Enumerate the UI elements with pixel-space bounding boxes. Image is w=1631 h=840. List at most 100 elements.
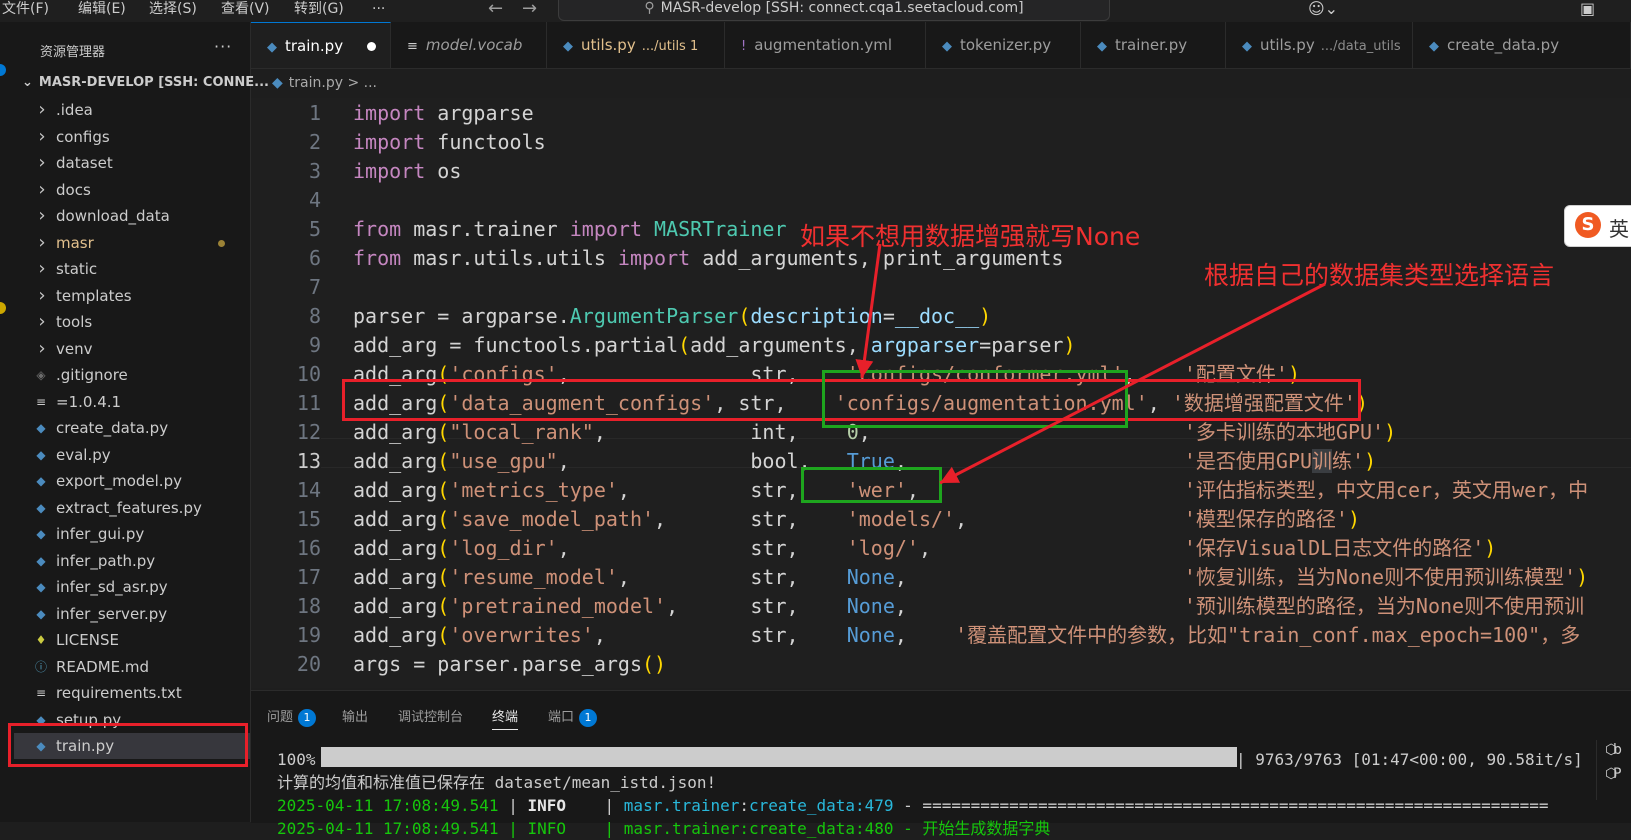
root-folder[interactable]: ⌄ MASR-DEVELOP [SSH: CONNE... [22,75,269,90]
log-timestamp: 2025-04-11 17:08:49.541 [277,796,499,815]
root-folder-label: MASR-DEVELOP [SSH: CONNE... [38,75,269,90]
command-center[interactable]: ⚲ MASR-develop [SSH: connect.cqa1.seetacl… [558,0,1110,21]
warning-badge-icon[interactable] [0,302,6,314]
code-line-9: add_arg = functools.partial(add_argument… [353,333,1076,357]
tree-item-download-data[interactable]: › download_data [14,203,250,229]
more-actions-icon[interactable]: ··· [214,37,232,56]
annotation-augment-note: 如果不想用数据增强就写None [800,222,1141,251]
menu-file[interactable]: 文件(F) [2,0,49,22]
tab-label: create_data.py [1447,36,1560,54]
code-line-18: add_arg('pretrained_model', str, None, '… [353,594,1585,618]
license-icon: ♦ [35,633,47,647]
tree-item-tools[interactable]: › tools [14,309,250,335]
menu-edit[interactable]: 编辑(E) [78,0,126,22]
layout-icon[interactable]: ▣ [1580,0,1595,18]
code-line-1: import argparse [353,101,534,125]
tree-item-infer-path-py[interactable]: ◆ infer_path.py [14,548,250,574]
copilot-icon[interactable]: ☺⌄ [1308,0,1338,18]
tree-item-license[interactable]: ♦ LICENSE [14,627,250,653]
tab-train-py[interactable]: ◆ train.py [251,22,391,68]
tab-utils-py-6[interactable]: ◆ utils.py .../data_utils [1226,22,1413,68]
tree-item-venv[interactable]: › venv [14,336,250,362]
tab-augmentation-yml[interactable]: ! augmentation.yml [725,22,926,68]
line-number: 1 [308,101,321,125]
arrow-right-icon[interactable]: → [522,0,537,18]
code-line-8: parser = argparse.ArgumentParser(descrip… [353,304,992,328]
python-icon: ◆ [36,606,46,621]
python-icon: ◆ [36,421,46,435]
tree-item-dataset[interactable]: › dataset [14,150,250,176]
panel-tab-2[interactable]: 调试控制台 [398,706,463,725]
terminal-tab-2[interactable]: ⬡ P [1605,766,1621,782]
tree-item-create-data-py[interactable]: ◆ create_data.py [14,415,250,441]
chevron-right-icon: › [38,99,46,120]
arrow-left-icon[interactable]: ← [488,0,503,18]
tree-item-1-0-4-1[interactable]: ≡ =1.0.4.1 [14,389,250,415]
tab-create-data-py[interactable]: ◆ create_data.py [1413,22,1631,68]
line-number: 20 [296,652,321,676]
line-number: 17 [296,565,321,589]
python-icon: ◆ [36,527,46,541]
terminal-list: ⬡ b ⬡ P [1596,740,1631,800]
tree-item-infer-sd-asr-py[interactable]: ◆ infer_sd_asr.py [14,574,250,600]
tree-item-label: tools [56,313,93,331]
tree-item-extract-features-py[interactable]: ◆ extract_features.py [14,495,250,521]
python-icon: ◆ [36,553,46,568]
tree-item-requirements-txt[interactable]: ≡ requirements.txt [14,680,250,706]
breadcrumb-path: train.py > ... [288,75,377,91]
tab-trainer-py[interactable]: ◆ trainer.py [1081,22,1226,68]
python-icon: ◆ [942,39,952,54]
ime-indicator[interactable]: S 英 [1564,205,1631,247]
menu-view[interactable]: 查看(V) [221,0,270,22]
tree-item-idea[interactable]: › .idea [14,97,250,123]
tree-item-label: .idea [56,101,93,119]
panel-tab-1[interactable]: 输出 [342,706,368,725]
tree-item-label: configs [56,127,110,146]
tree-item-masr[interactable]: › masr [14,230,250,256]
tree-item-label: infer_gui.py [56,525,145,543]
tree-item-static[interactable]: › static [14,256,250,282]
tree-item-readme-md[interactable]: ⓘ README.md [14,654,250,680]
tree-item-label: infer_path.py [56,551,156,570]
panel-tab-4[interactable]: 端口 1 [548,706,598,727]
tree-item-export-model-py[interactable]: ◆ export_model.py [14,468,250,494]
tab-label: tokenizer.py [960,36,1052,54]
menu-go[interactable]: 转到(G) [294,0,344,22]
log-lineno: :479 [855,796,894,815]
terminal-line-3: 2025-04-11 17:08:49.541 | INFO | masr.tr… [277,795,1549,817]
tree-item-infer-gui-py[interactable]: ◆ infer_gui.py [14,521,250,547]
terminal-tab-2-label: P [1613,766,1622,782]
count-badge: 1 [298,709,317,727]
tree-item-eval-py[interactable]: ◆ eval.py [14,442,250,468]
tree-item-label: =1.0.4.1 [56,392,122,411]
log-func: create_data [749,796,855,815]
tree-item-templates[interactable]: › templates [14,283,250,309]
tree-item-configs[interactable]: › configs [14,124,250,150]
unsaved-dot-icon[interactable] [367,42,376,51]
terminal-line-2: 计算的均值和标准值已保存在 dataset/mean_istd.json! [277,773,717,792]
remote-badge-icon[interactable] [0,64,6,76]
menu-more[interactable]: ··· [372,0,385,22]
tree-item-gitignore[interactable]: ◈ .gitignore [14,362,250,388]
green-highlight-augment-value [822,370,1128,428]
tab-utils-py-2[interactable]: ◆ utils.py .../utils 1 [547,22,725,68]
terminal-tab-1[interactable]: ⬡ b [1605,742,1622,758]
command-center-label: MASR-develop [SSH: connect.cqa1.seetaclo… [660,0,1024,16]
tab-tokenizer-py[interactable]: ◆ tokenizer.py [926,22,1081,68]
chevron-down-icon: ⌄ [22,75,33,90]
tab-model-vocab[interactable]: ≡ model.vocab [391,22,547,68]
chevron-right-icon: › [38,311,46,332]
breadcrumb[interactable]: ◆ train.py > ... [272,75,377,91]
line-number: 13 [296,449,321,473]
tree-item-infer-server-py[interactable]: ◆ infer_server.py [14,601,250,627]
code-line-3: import os [353,159,462,183]
menu-selection[interactable]: 选择(S) [149,0,197,22]
tree-item-label: create_data.py [56,419,169,437]
panel-tab-0[interactable]: 问题 1 [267,706,317,727]
tab-label: train.py [285,37,344,55]
tree-item-label: export_model.py [56,472,182,490]
terminal-line-4: 2025-04-11 17:08:49.541 | INFO | masr.tr… [277,819,1051,838]
panel-tab-3[interactable]: 终端 [492,706,519,730]
tree-item-docs[interactable]: › docs [14,177,250,203]
tree-item-label: eval.py [56,445,111,464]
